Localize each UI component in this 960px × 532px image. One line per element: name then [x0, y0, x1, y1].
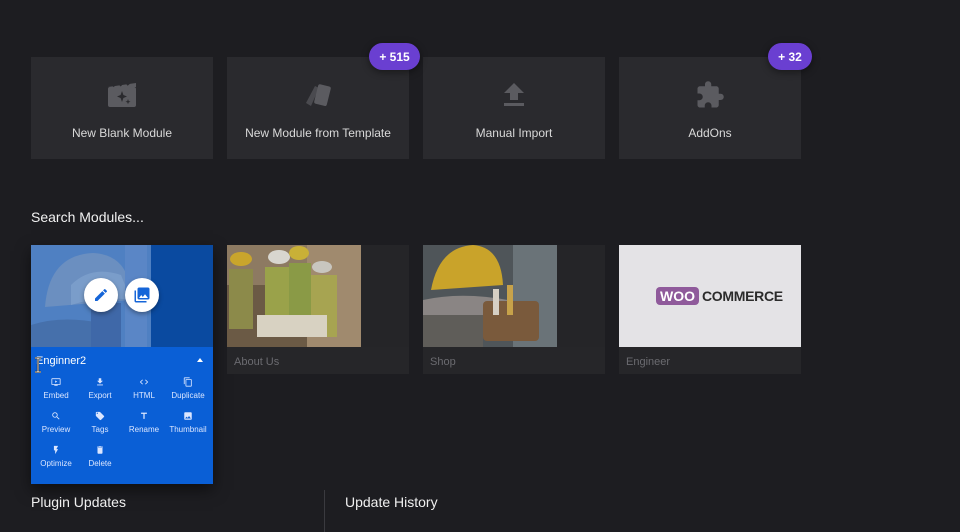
code-icon — [139, 379, 149, 385]
woocommerce-logo: WOO COMMERCE — [619, 245, 801, 347]
action-label: Optimize — [40, 459, 72, 468]
html-action[interactable]: HTML — [122, 377, 166, 403]
module-gallery-button[interactable] — [125, 278, 159, 312]
module-actions-grid: Embed Export HTML Duplicate Preview Tags… — [31, 377, 213, 471]
module-thumbnail — [423, 245, 557, 347]
addons-tile[interactable]: AddOns — [619, 57, 801, 159]
module-name[interactable]: Enginner2 — [36, 355, 86, 367]
woo-logo-text: WOO — [656, 287, 699, 305]
trash-icon — [97, 446, 103, 454]
action-label: Preview — [41, 425, 71, 434]
clapperboard-sparkle-icon — [107, 81, 137, 109]
bolt-icon — [53, 445, 59, 455]
embed-icon — [51, 378, 61, 386]
tile-label: Manual Import — [475, 126, 553, 140]
new-module-from-template-tile[interactable]: New Module from Template — [227, 57, 409, 159]
delete-action[interactable]: Delete — [78, 445, 122, 471]
tile-label: New Blank Module — [71, 126, 173, 140]
module-card-shop[interactable]: Shop — [423, 245, 605, 374]
duplicate-action[interactable]: Duplicate — [166, 377, 210, 403]
module-name: Shop — [423, 347, 605, 374]
action-label: Export — [88, 391, 112, 400]
download-icon — [97, 378, 103, 386]
action-label: Rename — [128, 425, 160, 434]
module-card-about-us[interactable]: About Us — [227, 245, 409, 374]
tile-label: AddOns — [688, 126, 732, 140]
search-modules-title[interactable]: Search Modules... — [31, 209, 144, 225]
embed-action[interactable]: Embed — [34, 377, 78, 403]
module-thumbnail — [227, 245, 361, 347]
text-icon — [141, 412, 147, 419]
new-blank-module-tile[interactable]: New Blank Module — [31, 57, 213, 159]
optimize-action[interactable]: Optimize — [34, 445, 78, 471]
text-cursor-icon — [35, 357, 41, 373]
templates-count-badge[interactable]: + 515 — [369, 43, 420, 70]
collapse-caret-icon[interactable] — [197, 358, 203, 362]
photo-library-icon — [134, 287, 150, 303]
search-icon — [52, 412, 60, 420]
template-cards-icon — [303, 81, 333, 109]
puzzle-icon — [695, 81, 725, 109]
edit-module-button[interactable] — [84, 278, 118, 312]
duplicate-icon — [183, 377, 192, 387]
action-label: Delete — [88, 459, 112, 468]
image-icon — [184, 412, 192, 420]
upload-icon — [502, 81, 526, 109]
tile-label: New Module from Template — [245, 126, 391, 140]
manual-import-tile[interactable]: Manual Import — [423, 57, 605, 159]
action-label: Tags — [91, 425, 109, 434]
thumbnail-action[interactable]: Thumbnail — [166, 411, 210, 437]
action-label: HTML — [133, 391, 155, 400]
tag-icon — [95, 411, 105, 421]
tags-action[interactable]: Tags — [78, 411, 122, 437]
export-action[interactable]: Export — [78, 377, 122, 403]
module-card-enginner2[interactable]: Enginner2 Embed Export HTML Duplicate Pr… — [31, 245, 213, 484]
module-card-engineer[interactable]: WOO COMMERCE Engineer — [619, 245, 801, 374]
addons-count-badge[interactable]: + 32 — [768, 43, 812, 70]
action-label: Embed — [43, 391, 69, 400]
action-label: Thumbnail — [169, 425, 207, 434]
preview-action[interactable]: Preview — [34, 411, 78, 437]
action-label: Duplicate — [171, 391, 205, 400]
module-name: Engineer — [619, 347, 801, 374]
module-thumbnail — [31, 245, 213, 347]
pencil-icon — [95, 288, 108, 301]
update-history-title: Update History — [345, 494, 438, 510]
module-name: About Us — [227, 347, 409, 374]
rename-action[interactable]: Rename — [122, 411, 166, 437]
section-divider — [324, 490, 325, 532]
commerce-logo-text: COMMERCE — [702, 288, 783, 304]
plugin-updates-title: Plugin Updates — [31, 494, 126, 510]
